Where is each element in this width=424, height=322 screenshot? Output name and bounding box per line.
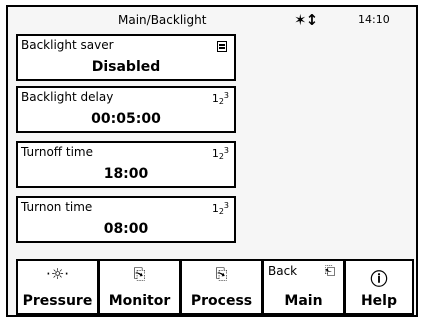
help-button[interactable]: ⓘ Help bbox=[344, 259, 414, 315]
button-label: Main bbox=[284, 293, 323, 309]
signal-antenna-icon: ✶↕ bbox=[294, 11, 318, 29]
back-main-button[interactable]: Back ⎗ Main bbox=[262, 259, 345, 315]
button-label: Help bbox=[360, 293, 398, 309]
numeric-input-icon: 123 bbox=[211, 91, 229, 106]
button-label: Pressure bbox=[22, 293, 93, 309]
process-button[interactable]: ⎘ Process bbox=[180, 259, 263, 315]
back-prefix: Back bbox=[268, 264, 298, 278]
pressure-button[interactable]: ·☼· Pressure bbox=[16, 259, 99, 315]
clock: 14:10 bbox=[358, 13, 390, 26]
field-value: 18:00 bbox=[103, 166, 149, 182]
backlight-delay-field[interactable]: Backlight delay 123 00:05:00 bbox=[16, 86, 236, 133]
field-value: 00:05:00 bbox=[91, 111, 161, 127]
field-value: 08:00 bbox=[103, 221, 149, 237]
field-label: Turnoff time bbox=[21, 145, 93, 159]
backlight-saver-field[interactable]: Backlight saver Disabled bbox=[16, 34, 236, 81]
monitor-button[interactable]: ⎘ Monitor bbox=[98, 259, 181, 315]
menu-list-icon bbox=[217, 41, 227, 52]
numeric-input-icon: 123 bbox=[211, 201, 229, 216]
field-label: Backlight saver bbox=[21, 38, 114, 52]
title-bar: Main/Backlight ✶↕ 14:10 bbox=[8, 7, 416, 35]
turnon-time-field[interactable]: Turnon time 123 08:00 bbox=[16, 196, 236, 243]
device-screen: Main/Backlight ✶↕ 14:10 Backlight saver … bbox=[6, 5, 418, 317]
field-label: Turnon time bbox=[21, 200, 93, 214]
numeric-input-icon: 123 bbox=[211, 146, 229, 161]
field-label: Backlight delay bbox=[21, 90, 114, 104]
back-icon: ⎗ bbox=[324, 264, 335, 279]
button-label: Monitor bbox=[108, 293, 171, 309]
page-title: Main/Backlight bbox=[118, 13, 207, 27]
help-icon: ⓘ bbox=[370, 270, 388, 290]
pressure-icon: ·☼· bbox=[46, 265, 69, 283]
process-icon: ⎘ bbox=[215, 265, 228, 283]
field-value: Disabled bbox=[91, 59, 161, 75]
monitor-icon: ⎘ bbox=[133, 265, 146, 283]
turnoff-time-field[interactable]: Turnoff time 123 18:00 bbox=[16, 141, 236, 188]
button-label: Process bbox=[190, 293, 253, 309]
